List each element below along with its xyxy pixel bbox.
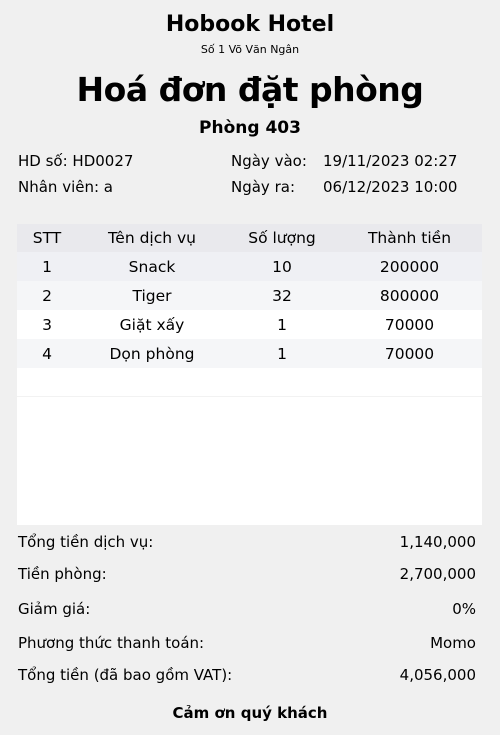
summary-payment-method: Phương thức thanh toán: Momo [18,634,476,652]
cell-quantity: 1 [277,344,287,363]
table-header: STT Tên dịch vụ Số lượng Thành tiền [17,224,482,252]
cell-quantity: 10 [272,257,292,276]
table-row[interactable]: 4 Dọn phòng 1 70000 [17,339,482,368]
cell-amount: 200000 [379,257,440,276]
checkin-value: 19/11/2023 02:27 [323,152,458,170]
table-row[interactable]: 3 Giặt xấy 1 70000 [17,310,482,339]
table-row[interactable]: 2 Tiger 32 800000 [17,281,482,310]
cell-service: Giặt xấy [119,315,185,334]
summary-value: 0% [452,600,476,618]
services-table[interactable]: STT Tên dịch vụ Số lượng Thành tiền 1 Sn… [17,224,482,525]
cell-stt: 2 [42,286,52,305]
summary-label: Tiền phòng: [18,565,107,583]
invoice-number: HD số: HD0027 [18,152,134,170]
summary-value: 1,140,000 [399,533,476,551]
cell-amount: 70000 [384,315,435,334]
cell-amount: 70000 [384,344,435,363]
cell-quantity: 1 [277,315,287,334]
empty-row [17,368,482,397]
summary-grand-total: Tổng tiền (đã bao gồm VAT): 4,056,000 [18,666,476,684]
summary-value: 4,056,000 [399,666,476,684]
cell-service: Dọn phòng [109,344,195,363]
column-header-service[interactable]: Tên dịch vụ [77,229,227,247]
table-row[interactable]: 1 Snack 10 200000 [17,252,482,281]
summary-room-fee: Tiền phòng: 2,700,000 [18,565,476,583]
cell-amount: 800000 [379,286,440,305]
column-header-amount[interactable]: Thành tiền [337,229,482,247]
cell-stt: 3 [42,315,52,334]
cell-stt: 1 [42,257,52,276]
checkout-value: 06/12/2023 10:00 [323,178,458,196]
cell-service: Tiger [132,286,172,305]
column-header-quantity[interactable]: Số lượng [227,229,337,247]
summary-discount: Giảm giá: 0% [18,600,476,618]
checkout-label: Ngày ra: [231,178,295,196]
cell-stt: 4 [42,344,52,363]
summary-label: Phương thức thanh toán: [18,634,205,652]
summary-label: Tổng tiền (đã bao gồm VAT): [18,666,233,684]
summary-label: Tổng tiền dịch vụ: [18,533,154,551]
room-number: Phòng 403 [199,118,301,138]
cell-quantity: 32 [272,286,292,305]
hotel-address: Số 1 Võ Văn Ngân [200,43,300,56]
summary-value: 2,700,000 [399,565,476,583]
summary-value: Momo [430,634,476,652]
column-header-stt[interactable]: STT [17,229,77,247]
thank-you-message: Cảm ơn quý khách [172,704,328,722]
invoice-title: Hoá đơn đặt phòng [76,70,424,109]
hotel-name: Hobook Hotel [165,12,335,37]
summary-service-total: Tổng tiền dịch vụ: 1,140,000 [18,533,476,551]
checkin-label: Ngày vào: [231,152,307,170]
staff-name: Nhân viên: a [18,178,113,196]
summary-label: Giảm giá: [18,600,91,618]
cell-service: Snack [128,257,176,276]
